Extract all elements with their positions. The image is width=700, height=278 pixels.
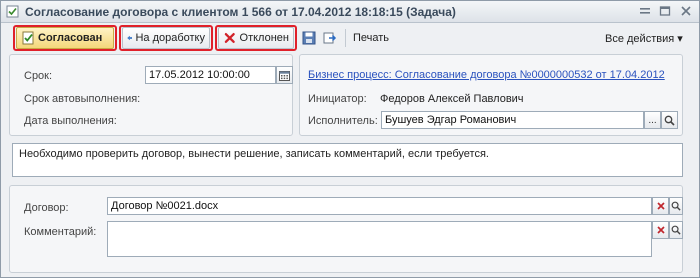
comment-field[interactable] [107,221,652,257]
calendar-icon [279,70,290,81]
rework-button[interactable]: На доработку [122,27,210,49]
description-box: Необходимо проверить договор, вынести ре… [12,143,683,177]
save-button[interactable] [302,28,316,48]
toolbar: Согласован На доработку Отклонен Печать … [1,23,699,51]
help-icon[interactable] [637,5,652,19]
window-title: Согласование договора с клиентом 1 566 о… [25,5,456,19]
bottom-panel: Договор: Договор №0021.docx Комментарий: [9,185,683,273]
auto-deadline-label: Срок автовыполнения: [24,93,141,105]
deadline-field[interactable]: 17.05.2012 10:00:00 [145,66,276,84]
initiator-label: Инициатор: [308,93,367,105]
reject-icon [224,32,235,44]
executor-value: Бушуев Эдгар Романович [385,114,517,126]
title-bar: Согласование договора с клиентом 1 566 о… [1,1,699,23]
deadline-value: 17.05.2012 10:00:00 [149,69,250,81]
contract-clear-button[interactable] [652,197,669,215]
executor-select-button[interactable]: ... [644,111,661,129]
post-and-close-button[interactable] [323,28,337,48]
task-window: Согласование договора с клиентом 1 566 о… [0,0,700,278]
contract-field[interactable]: Договор №0021.docx [107,197,652,215]
contract-label: Договор: [24,202,69,214]
executor-label: Исполнитель: [308,115,378,127]
all-actions-label: Все действия ▾ [605,32,683,45]
approve-button[interactable]: Согласован [16,27,114,49]
executor-field[interactable]: Бушуев Эдгар Романович [381,111,644,129]
maximize-icon[interactable] [657,5,672,19]
rework-label: На доработку [135,32,205,44]
description-text: Необходимо проверить договор, вынести ре… [19,148,489,160]
arrow-left-icon [127,35,133,41]
clear-icon [656,202,665,210]
print-button[interactable]: Печать [353,28,389,48]
contract-value: Договор №0021.docx [111,200,219,212]
approve-label: Согласован [38,32,103,44]
left-panel: Срок: 17.05.2012 10:00:00 Срок автовыпол… [9,54,293,136]
toolbar-separator [345,29,346,47]
clear-icon [656,226,665,234]
comment-clear-button[interactable] [652,221,669,239]
magnifier-icon [664,115,675,126]
contract-open-button[interactable] [669,197,683,215]
business-process-link[interactable]: Бизнес процесс: Согласование договора №0… [308,69,665,81]
magnifier-icon [671,201,681,211]
save-icon [302,31,316,45]
post-and-close-icon [323,32,337,44]
approve-icon [22,31,34,45]
completion-date-label: Дата выполнения: [24,115,117,127]
calendar-button[interactable] [276,66,293,84]
print-label: Печать [353,32,390,44]
right-panel: Бизнес процесс: Согласование договора №0… [299,54,683,136]
deadline-label: Срок: [24,70,53,82]
comment-label: Комментарий: [24,226,97,238]
reject-button[interactable]: Отклонен [218,27,294,49]
all-actions-menu[interactable]: Все действия ▾ [605,28,683,48]
comment-open-button[interactable] [669,221,683,239]
close-icon[interactable] [678,5,693,19]
initiator-value: Федоров Алексей Павлович [380,93,524,105]
task-icon [6,5,19,18]
ellipsis-icon: ... [648,114,657,126]
magnifier-icon [671,225,681,235]
executor-open-button[interactable] [661,111,678,129]
reject-label: Отклонен [239,32,289,44]
